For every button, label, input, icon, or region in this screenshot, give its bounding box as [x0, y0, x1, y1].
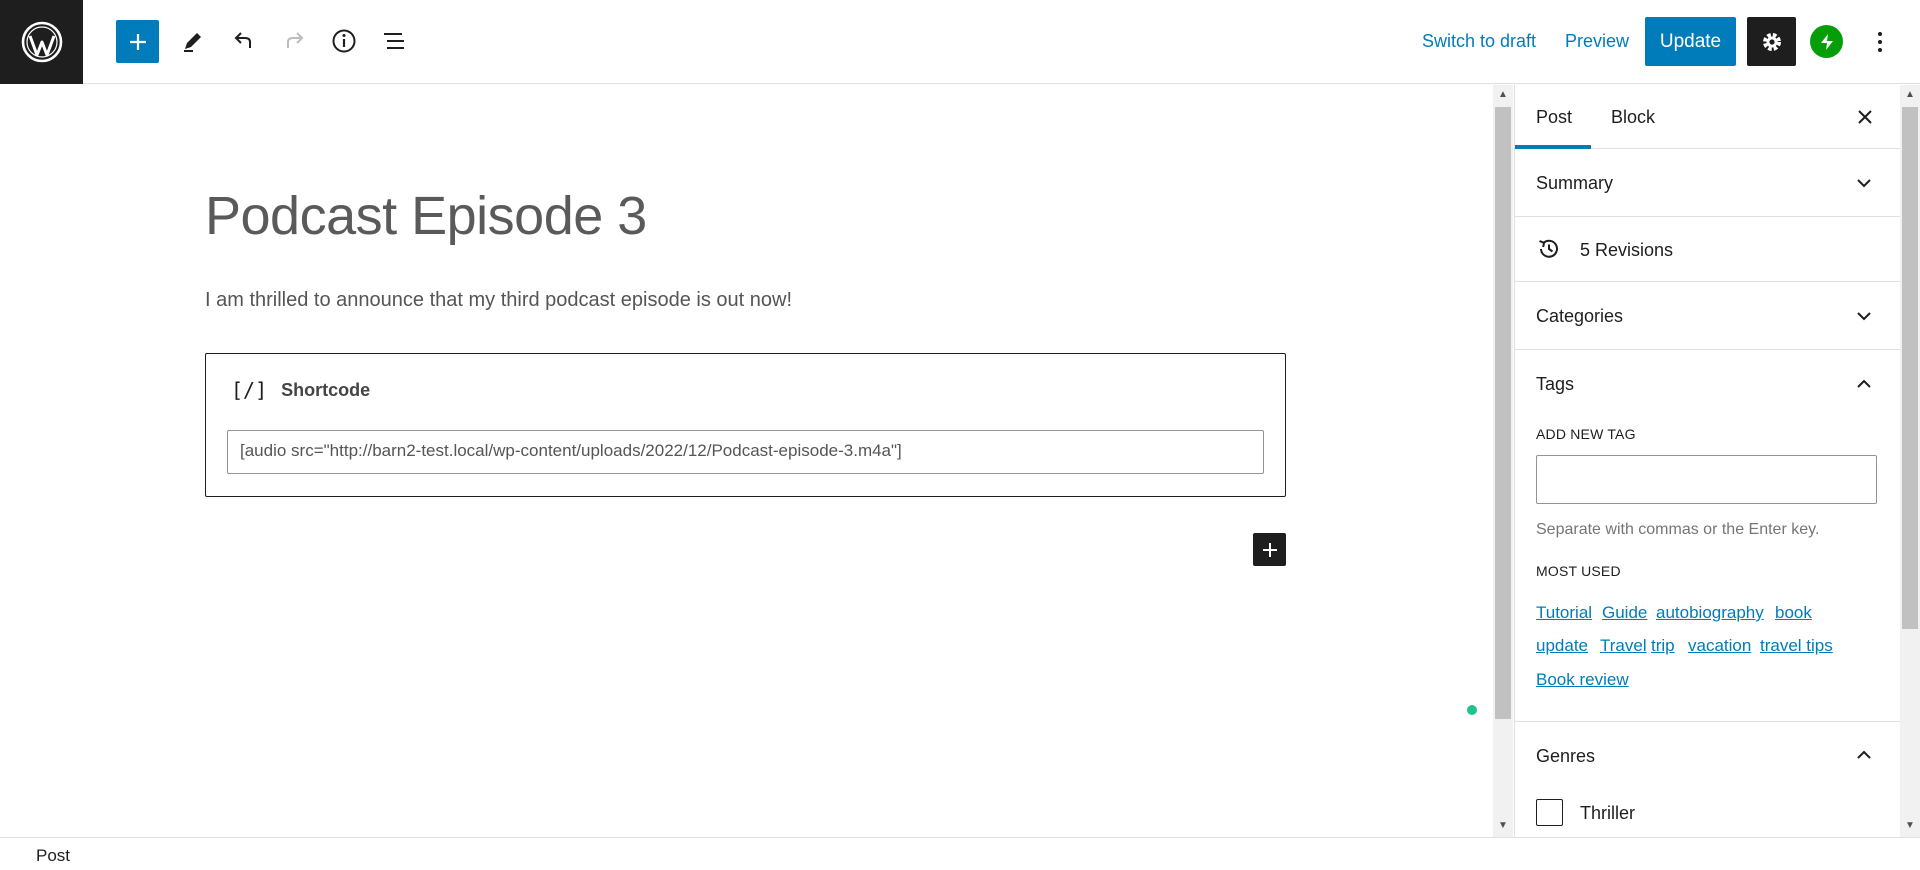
pencil-icon — [184, 33, 201, 52]
settings-button[interactable] — [1747, 17, 1796, 66]
shortcode-block-header: [/] Shortcode — [231, 378, 370, 402]
scroll-down-arrow-icon[interactable]: ▼ — [1903, 819, 1917, 833]
close-icon — [1858, 110, 1872, 124]
categories-panel[interactable]: Categories — [1515, 282, 1901, 350]
genres-panel: Genres — [1515, 722, 1901, 837]
tag-link[interactable]: book — [1775, 603, 1812, 623]
chevron-up-icon[interactable] — [1852, 372, 1876, 396]
redo-button[interactable] — [272, 17, 316, 65]
editor-header: Switch to draft Preview Update — [0, 0, 1920, 84]
status-dot — [1467, 705, 1477, 715]
block-breadcrumb-bar: Post — [0, 837, 1920, 870]
tag-link[interactable]: Travel — [1600, 636, 1647, 656]
block-inserter-button[interactable] — [1253, 533, 1286, 566]
chevron-down-icon — [1852, 171, 1876, 195]
scroll-up-arrow-icon[interactable]: ▲ — [1496, 88, 1510, 102]
wordpress-logo-button[interactable] — [0, 0, 83, 84]
gear-icon — [1762, 32, 1781, 51]
tag-link[interactable]: travel tips — [1760, 636, 1833, 656]
add-new-tag-label: ADD NEW TAG — [1536, 426, 1636, 442]
update-button[interactable]: Update — [1645, 17, 1736, 66]
editor-canvas: Podcast Episode 3 I am thrilled to annou… — [0, 85, 1493, 837]
close-sidebar-button[interactable] — [1851, 103, 1879, 131]
most-used-label: MOST USED — [1536, 563, 1621, 579]
plus-icon — [1262, 542, 1277, 557]
shortcode-icon: [/] — [231, 378, 268, 402]
tab-post[interactable]: Post — [1536, 107, 1572, 128]
shortcode-block-label: Shortcode — [281, 379, 371, 400]
shortcode-block[interactable]: [/] Shortcode [audio src="http://barn2-t… — [205, 353, 1286, 497]
tag-link[interactable]: Tutorial — [1536, 603, 1592, 623]
options-button[interactable] — [1868, 25, 1892, 59]
tags-title[interactable]: Tags — [1536, 374, 1574, 395]
scroll-down-arrow-icon[interactable]: ▼ — [1496, 819, 1510, 833]
editor-scrollbar-thumb[interactable] — [1495, 107, 1511, 719]
tag-link[interactable]: Guide — [1602, 603, 1647, 623]
revisions-panel[interactable]: 5 Revisions — [1515, 217, 1901, 282]
breadcrumb-post[interactable]: Post — [36, 846, 70, 866]
summary-title: Summary — [1536, 173, 1614, 193]
shortcode-input[interactable]: [audio src="http://barn2-test.local/wp-c… — [227, 430, 1264, 474]
tag-link[interactable]: update — [1536, 636, 1588, 656]
preview-button[interactable]: Preview — [1565, 31, 1629, 52]
chevron-down-icon — [1852, 304, 1876, 328]
tag-link[interactable]: trip — [1651, 636, 1675, 656]
redo-icon — [287, 32, 304, 48]
sidebar-tabs: Post Block — [1515, 85, 1901, 149]
tag-link[interactable]: Book review — [1536, 670, 1629, 690]
jetpack-bolt-icon — [1820, 33, 1833, 50]
tag-link[interactable]: autobiography — [1656, 603, 1764, 623]
tag-link[interactable]: vacation — [1688, 636, 1751, 656]
genre-checkbox-thriller[interactable] — [1536, 799, 1563, 826]
categories-title: Categories — [1536, 306, 1624, 326]
sidebar-scrollbar-thumb[interactable] — [1902, 107, 1918, 629]
history-icon — [1539, 239, 1558, 258]
tag-help-text: Separate with commas or the Enter key. — [1536, 521, 1820, 538]
details-button[interactable] — [322, 17, 366, 65]
jetpack-button[interactable] — [1810, 25, 1843, 58]
list-view-icon — [384, 33, 404, 49]
info-icon — [332, 29, 356, 53]
summary-panel[interactable]: Summary — [1515, 149, 1901, 217]
settings-sidebar: Post Block Summary 5 Revisions Categorie… — [1514, 85, 1901, 837]
switch-to-draft-button[interactable]: Switch to draft — [1422, 31, 1536, 52]
tools-button[interactable] — [171, 17, 215, 65]
tab-block[interactable]: Block — [1611, 107, 1655, 128]
undo-button[interactable] — [222, 17, 266, 65]
revisions-link: 5 Revisions — [1580, 240, 1674, 260]
more-vertical-icon — [1878, 32, 1882, 52]
paragraph-block[interactable]: I am thrilled to announce that my third … — [205, 289, 792, 312]
plus-icon — [129, 33, 146, 50]
scroll-up-arrow-icon[interactable]: ▲ — [1903, 88, 1917, 102]
add-block-button[interactable] — [116, 20, 159, 63]
wordpress-icon — [21, 21, 62, 63]
add-new-tag-input[interactable] — [1536, 455, 1877, 504]
genres-title-label[interactable]: Genres — [1536, 746, 1595, 767]
genre-label-thriller: Thriller — [1580, 803, 1636, 823]
post-title[interactable]: Podcast Episode 3 — [205, 185, 647, 247]
undo-icon — [234, 32, 251, 48]
chevron-up-icon[interactable] — [1852, 743, 1876, 767]
list-view-button[interactable] — [372, 17, 416, 65]
